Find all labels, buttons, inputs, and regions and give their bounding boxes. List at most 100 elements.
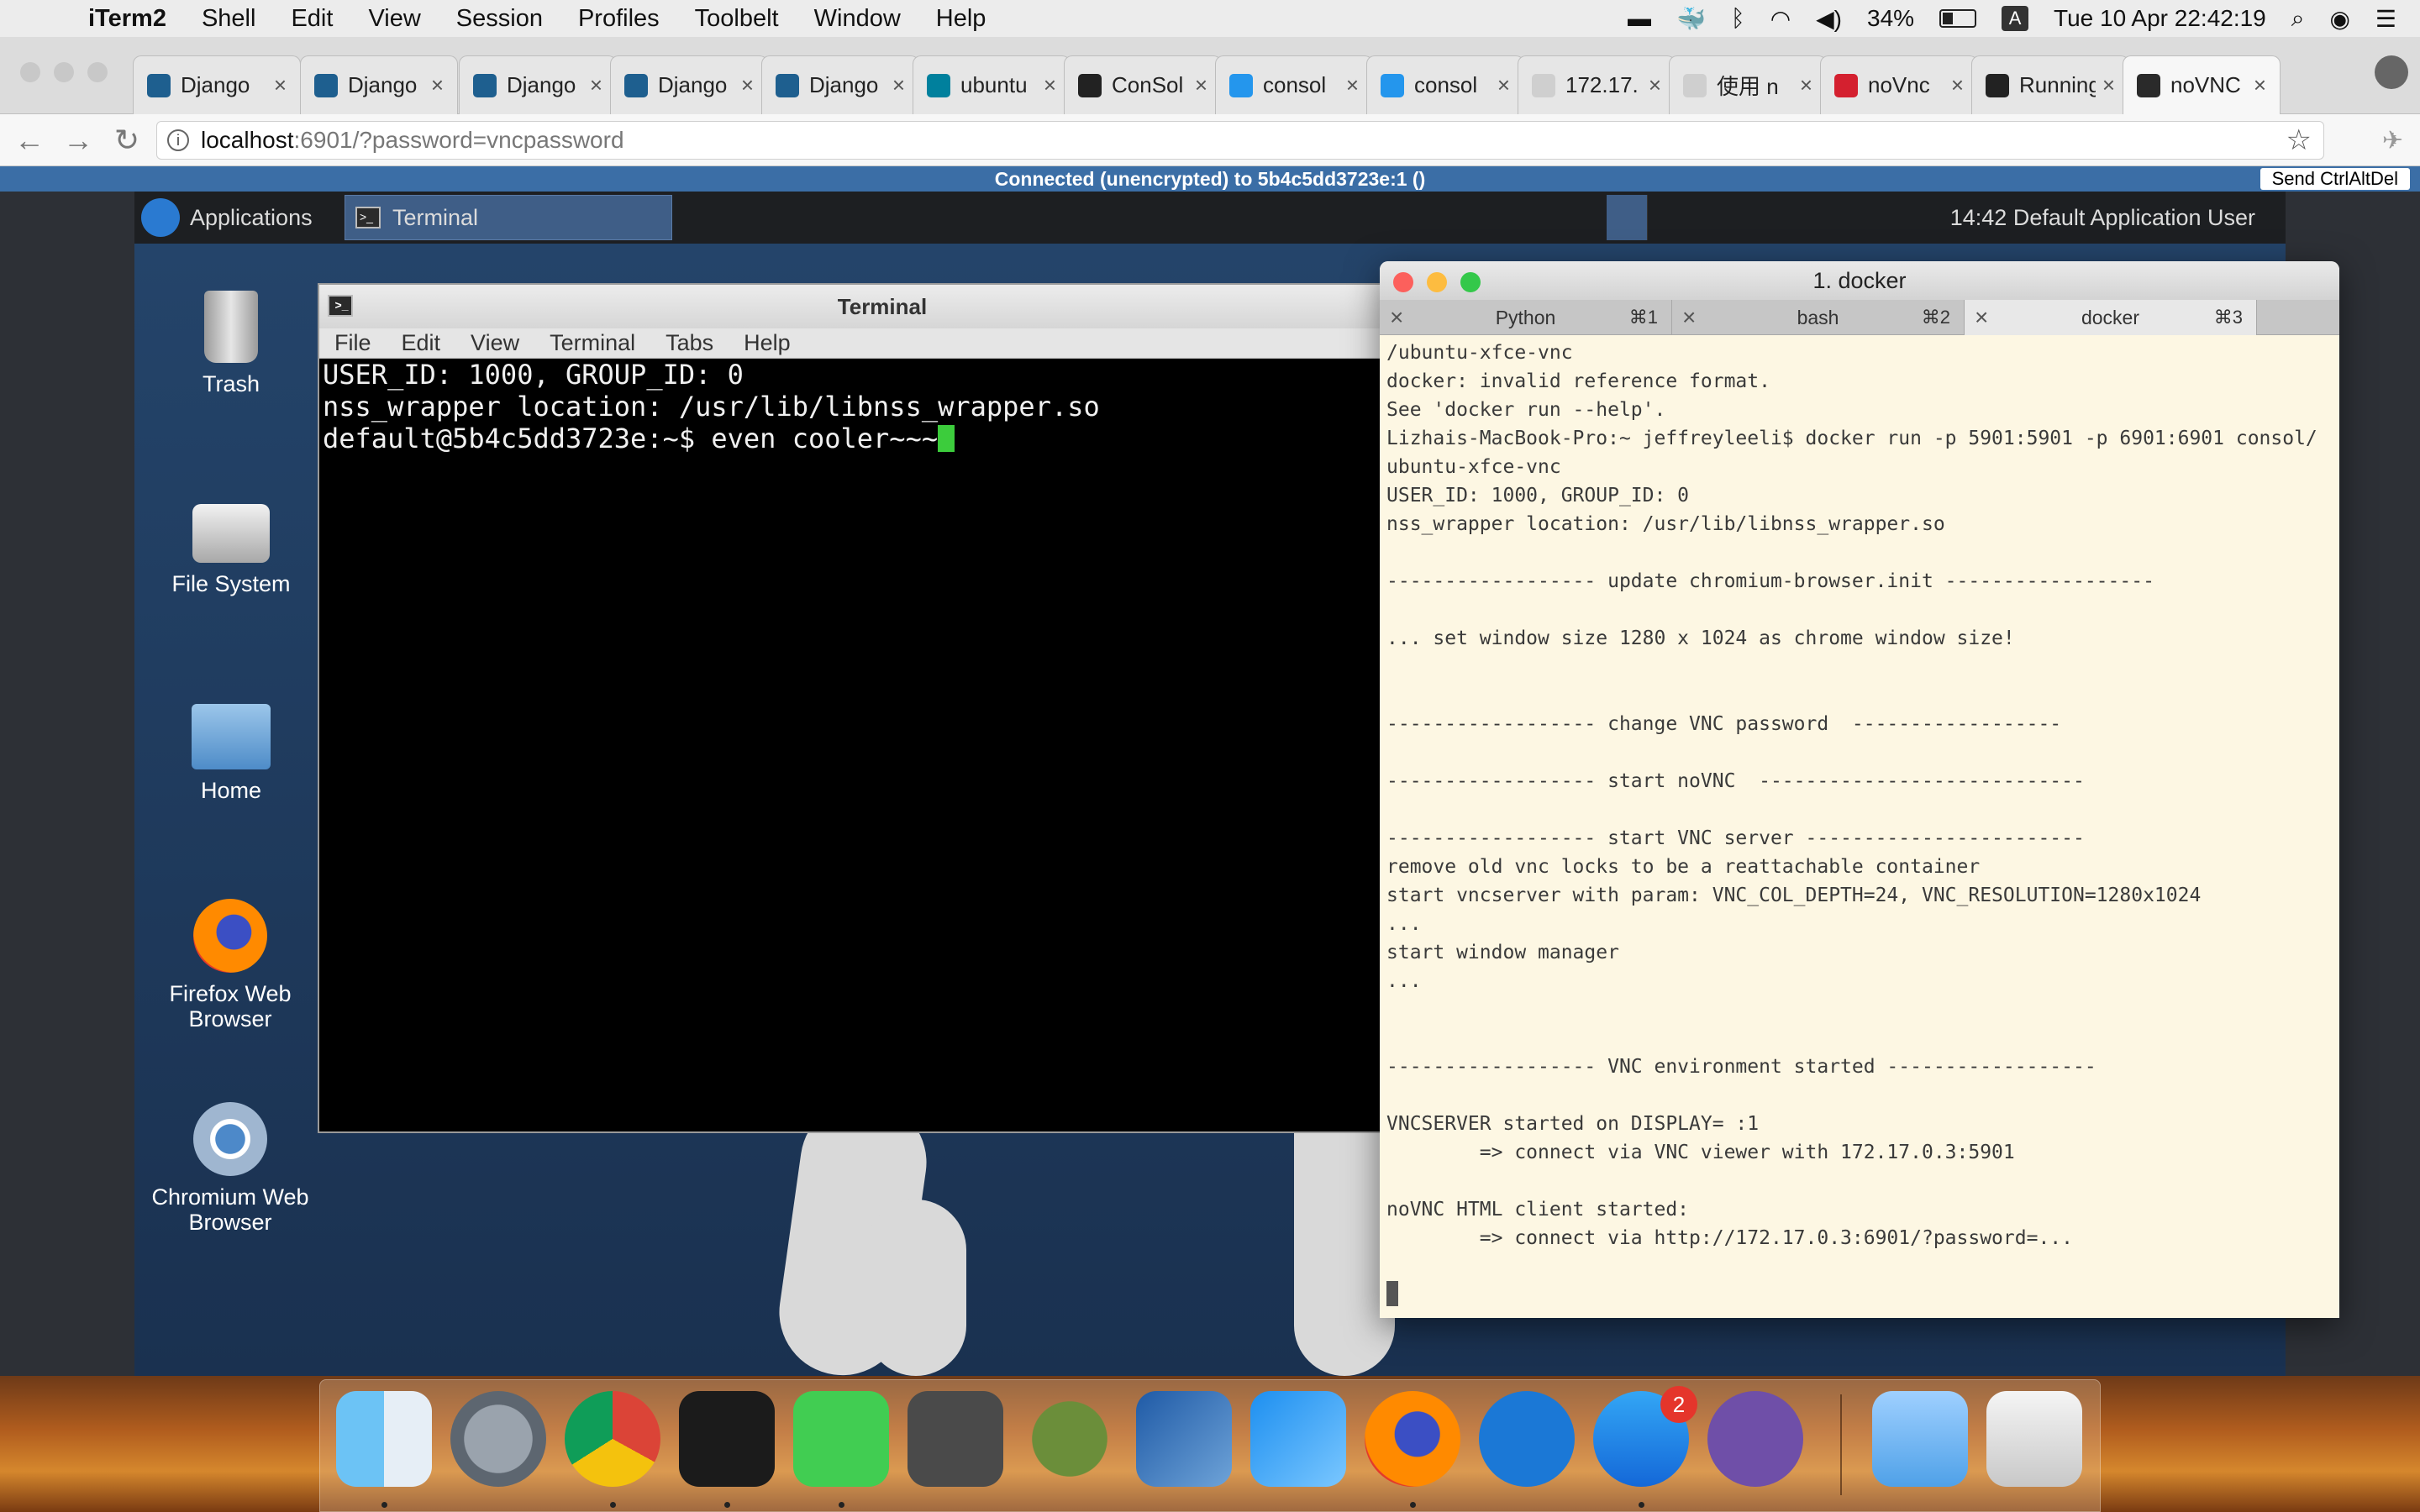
browser-tab[interactable]: Django × bbox=[610, 55, 768, 114]
iterm-tab-bash[interactable]: × bash ⌘2 bbox=[1672, 300, 1965, 335]
iterm-close-button[interactable] bbox=[1393, 272, 1413, 292]
browser-tab[interactable]: consol × bbox=[1366, 55, 1524, 114]
tab-close-icon[interactable]: × bbox=[741, 72, 754, 98]
desktop-icon-firefox[interactable]: Firefox Web Browser bbox=[146, 899, 314, 1032]
tab-close-icon[interactable]: × bbox=[1649, 72, 1661, 98]
close-icon[interactable]: × bbox=[1390, 300, 1403, 335]
iterm-tab-python[interactable]: × Python ⌘1 bbox=[1380, 300, 1672, 335]
iterm-minimize-button[interactable] bbox=[1427, 272, 1447, 292]
battery-icon[interactable] bbox=[1939, 9, 1977, 28]
battery-percent[interactable]: 34% bbox=[1867, 5, 1914, 32]
site-info-icon[interactable]: i bbox=[167, 129, 189, 151]
browser-tab[interactable]: Running × bbox=[1971, 55, 2129, 114]
menu-profiles[interactable]: Profiles bbox=[560, 5, 677, 33]
tab-close-icon[interactable]: × bbox=[2102, 72, 2115, 98]
firefox-icon[interactable] bbox=[1365, 1391, 1460, 1487]
tab-close-icon[interactable]: × bbox=[431, 72, 444, 98]
forward-button[interactable]: → bbox=[54, 123, 103, 158]
bluetooth-icon[interactable]: ᛒ bbox=[1731, 5, 1745, 32]
menu-help[interactable]: Help bbox=[918, 5, 1004, 33]
tab-close-icon[interactable]: × bbox=[1044, 72, 1056, 98]
window-close-button[interactable] bbox=[20, 62, 40, 82]
tab-close-icon[interactable]: × bbox=[1346, 72, 1359, 98]
browser-tab[interactable]: ubuntu × bbox=[913, 55, 1071, 114]
workspace-switcher[interactable] bbox=[1647, 195, 1768, 240]
finder-icon[interactable] bbox=[336, 1391, 432, 1487]
workspace-switcher-active[interactable] bbox=[1607, 195, 1647, 240]
profile-icon[interactable] bbox=[2375, 55, 2408, 89]
browser-tab[interactable]: 172.17. × bbox=[1518, 55, 1676, 114]
desktop-icon-trash[interactable]: Trash bbox=[134, 291, 328, 396]
clock[interactable]: Tue 10 Apr 22:42:19 bbox=[2054, 5, 2266, 32]
terminal-menu-tabs[interactable]: Tabs bbox=[650, 330, 729, 356]
browser-tab[interactable]: Django × bbox=[300, 55, 458, 114]
menu-edit[interactable]: Edit bbox=[273, 5, 350, 33]
browser-tab[interactable]: 使用 n × bbox=[1669, 55, 1827, 114]
menu-window[interactable]: Window bbox=[797, 5, 918, 33]
send-ctrl-alt-del-button[interactable]: Send CtrlAltDel bbox=[2260, 168, 2410, 190]
siri-icon[interactable]: ◉ bbox=[2329, 5, 2349, 33]
back-button[interactable]: ← bbox=[5, 123, 54, 158]
tab-close-icon[interactable]: × bbox=[892, 72, 905, 98]
input-source-icon[interactable]: A bbox=[2002, 6, 2029, 31]
close-icon[interactable]: × bbox=[1975, 300, 1988, 335]
wifi-icon[interactable]: ◠ bbox=[1770, 5, 1791, 33]
terminal-title-bar[interactable]: >_ Terminal bbox=[319, 285, 1445, 328]
turtle-icon[interactable] bbox=[1022, 1391, 1118, 1487]
xfce-terminal-window[interactable]: >_ Terminal File Edit View Terminal Tabs… bbox=[318, 283, 1447, 1133]
browser-tab[interactable]: consol × bbox=[1215, 55, 1373, 114]
tab-close-icon[interactable]: × bbox=[2254, 72, 2266, 98]
terminal-menu-terminal[interactable]: Terminal bbox=[534, 330, 650, 356]
browser-tab[interactable]: noVnc × bbox=[1820, 55, 1978, 114]
1password-icon[interactable] bbox=[1479, 1391, 1575, 1487]
browser-tab[interactable]: Django × bbox=[459, 55, 617, 114]
close-icon[interactable]: × bbox=[1682, 300, 1696, 335]
tab-close-icon[interactable]: × bbox=[1800, 72, 1812, 98]
browser-tab[interactable]: Django × bbox=[761, 55, 919, 114]
extension-icon[interactable]: ✈ bbox=[2382, 126, 2403, 155]
sublime-text-icon[interactable] bbox=[908, 1391, 1003, 1487]
terminal-menu-view[interactable]: View bbox=[455, 330, 534, 356]
terminal-menu-help[interactable]: Help bbox=[729, 330, 806, 356]
reload-button[interactable]: ↻ bbox=[103, 123, 151, 158]
tab-close-icon[interactable]: × bbox=[1195, 72, 1207, 98]
tab-close-icon[interactable]: × bbox=[1951, 72, 1964, 98]
menu-session[interactable]: Session bbox=[439, 5, 560, 33]
iterm-tab-docker[interactable]: × docker ⌘3 bbox=[1965, 300, 2257, 335]
menu-toolbelt[interactable]: Toolbelt bbox=[677, 5, 797, 33]
launchpad-icon[interactable] bbox=[450, 1391, 546, 1487]
desktop-icon-chromium[interactable]: Chromium Web Browser bbox=[146, 1102, 314, 1235]
taskbar-terminal[interactable]: >_ Terminal bbox=[345, 195, 672, 240]
address-bar[interactable]: i localhost:6901/?password=vncpassword ☆ bbox=[156, 121, 2324, 160]
iterm-title-bar[interactable]: 1. docker bbox=[1380, 261, 2339, 300]
terminal-menu-file[interactable]: File bbox=[319, 330, 387, 356]
desktop-icon-home[interactable]: Home bbox=[134, 704, 328, 803]
terminal-menu-edit[interactable]: Edit bbox=[387, 330, 456, 356]
display-icon[interactable]: ▬ bbox=[1628, 5, 1651, 32]
xcode-icon[interactable] bbox=[1250, 1391, 1346, 1487]
menu-app-name[interactable]: iTerm2 bbox=[71, 5, 184, 33]
bookmark-star-icon[interactable]: ☆ bbox=[2286, 123, 2312, 157]
downloads-folder-icon[interactable] bbox=[1872, 1391, 1968, 1487]
window-minimize-button[interactable] bbox=[54, 62, 74, 82]
tab-close-icon[interactable]: × bbox=[590, 72, 602, 98]
browser-tab[interactable]: noVNC × bbox=[2123, 55, 2281, 114]
desktop-icon-filesystem[interactable]: File System bbox=[134, 494, 328, 596]
browser-tab[interactable]: Django × bbox=[133, 55, 301, 114]
github-desktop-icon[interactable] bbox=[1707, 1391, 1803, 1487]
menu-shell[interactable]: Shell bbox=[184, 5, 274, 33]
tab-close-icon[interactable]: × bbox=[1497, 72, 1510, 98]
iterm-window[interactable]: 1. docker × Python ⌘1 × bash ⌘2 × docker… bbox=[1380, 261, 2339, 1318]
terminal-icon[interactable] bbox=[679, 1391, 775, 1487]
virtualbox-icon[interactable] bbox=[1136, 1391, 1232, 1487]
tab-close-icon[interactable]: × bbox=[274, 72, 287, 98]
applications-menu[interactable]: Applications bbox=[141, 197, 313, 239]
spotlight-search-icon[interactable]: ⌕ bbox=[2291, 5, 2305, 33]
iterm-zoom-button[interactable] bbox=[1460, 272, 1481, 292]
qt-creator-icon[interactable] bbox=[793, 1391, 889, 1487]
trash-icon[interactable] bbox=[1986, 1391, 2082, 1487]
browser-tab[interactable]: ConSol × bbox=[1064, 55, 1222, 114]
notification-center-icon[interactable]: ☰ bbox=[2375, 5, 2396, 33]
xfce-clock-user[interactable]: 14:42 Default Application User bbox=[1950, 192, 2286, 244]
window-zoom-button[interactable] bbox=[87, 62, 108, 82]
